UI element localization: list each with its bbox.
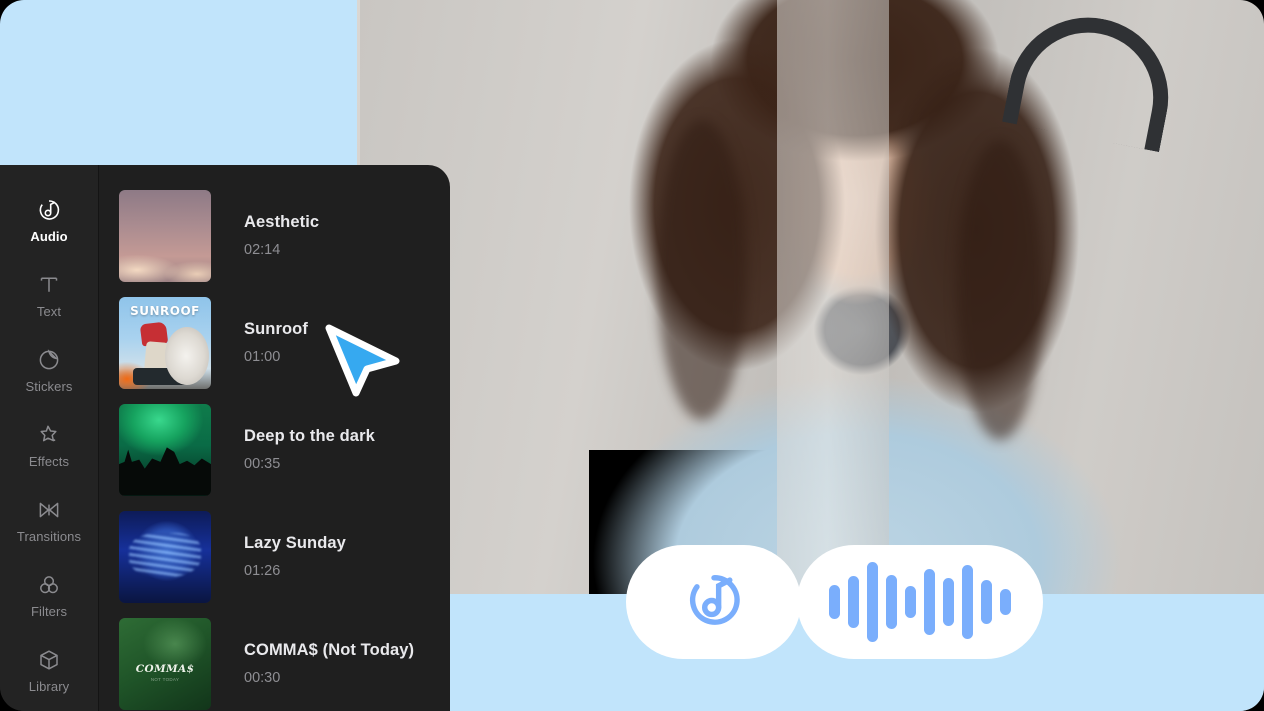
waveform-bar-8 [981, 580, 992, 624]
waveform-bar-7 [962, 565, 973, 639]
waveform-bar-9 [1000, 589, 1011, 615]
sidebar-item-label: Text [36, 303, 62, 319]
audio-waveform-icon [829, 562, 1011, 642]
door-frame [777, 0, 889, 600]
artwork-word: COMMA$ [135, 662, 195, 675]
effects-sparkle-icon [37, 423, 61, 447]
audio-track-list[interactable]: Aesthetic 02:14 SUNROOF Sunroof 01:00 De… [99, 165, 450, 711]
waveform-bar-3 [886, 575, 897, 629]
track-duration: 02:14 [244, 242, 281, 258]
sidebar-item-filters[interactable]: Filters [0, 558, 98, 633]
text-t-icon [37, 273, 61, 297]
sidebar-item-text[interactable]: Text [0, 258, 98, 333]
track-title: Deep to the dark [244, 427, 375, 445]
track-artwork: SUNROOF [119, 296, 211, 389]
library-cube-icon [37, 648, 61, 672]
editor-sidebar: Audio Text Stickers Effects Transitions … [0, 165, 99, 711]
track-title: Aesthetic [244, 213, 320, 231]
track-duration: 00:35 [244, 456, 281, 472]
waveform-badge [797, 545, 1043, 659]
track-row[interactable]: Deep to the dark 00:35 [119, 396, 450, 503]
audio-note-circle-icon [37, 198, 61, 222]
track-meta: Lazy Sunday 01:26 [244, 534, 346, 579]
screenshot-root: Audio Text Stickers Effects Transitions … [0, 0, 1264, 711]
track-artwork: COMMA$ NOT TODAY [119, 617, 211, 710]
track-duration: 00:30 [244, 670, 281, 686]
artwork-word: SUNROOF [130, 303, 200, 318]
waveform-bar-0 [829, 585, 840, 619]
sidebar-item-label: Library [28, 678, 70, 694]
transitions-bowtie-icon [37, 498, 61, 522]
track-meta: Deep to the dark 00:35 [244, 427, 375, 472]
track-duration: 01:00 [244, 349, 281, 365]
track-row[interactable]: COMMA$ NOT TODAY COMMA$ (Not Today) 00:3… [119, 610, 450, 711]
track-meta: Aesthetic 02:14 [244, 213, 319, 258]
track-meta: COMMA$ (Not Today) 00:30 [244, 641, 414, 686]
sidebar-item-label: Effects [28, 453, 70, 469]
sidebar-item-label: Filters [30, 603, 68, 619]
filters-circles-icon [37, 573, 61, 597]
sidebar-item-stickers[interactable]: Stickers [0, 333, 98, 408]
track-row[interactable]: Lazy Sunday 01:26 [119, 503, 450, 610]
track-row[interactable]: Aesthetic 02:14 [119, 182, 450, 289]
sidebar-item-label: Stickers [25, 378, 73, 394]
track-duration: 01:26 [244, 563, 281, 579]
track-artwork [119, 403, 211, 496]
waveform-bar-4 [905, 586, 916, 618]
track-title: COMMA$ (Not Today) [244, 641, 415, 659]
waveform-bar-1 [848, 576, 859, 628]
track-meta: Sunroof 01:00 [244, 320, 308, 365]
waveform-bar-6 [943, 578, 954, 626]
headphones-band [1002, 3, 1182, 153]
waveform-bar-2 [867, 562, 878, 642]
sidebar-item-effects[interactable]: Effects [0, 408, 98, 483]
brand-block-top [0, 0, 357, 165]
music-note-badge [626, 545, 801, 659]
pointer-cursor [320, 322, 402, 398]
sidebar-item-transitions[interactable]: Transitions [0, 483, 98, 558]
sidebar-item-label: Audio [30, 228, 68, 244]
sticker-circle-icon [37, 348, 61, 372]
sidebar-item-label: Transitions [16, 528, 82, 544]
track-title: Lazy Sunday [244, 534, 346, 552]
artwork-subtitle: NOT TODAY [150, 676, 180, 682]
audio-badge-group [626, 545, 1043, 659]
music-note-circle-icon [683, 569, 745, 636]
track-artwork [119, 510, 211, 603]
sidebar-item-audio[interactable]: Audio [0, 183, 98, 258]
track-artwork [119, 189, 211, 282]
waveform-bar-5 [924, 569, 935, 635]
media-editor-panel: Audio Text Stickers Effects Transitions … [0, 165, 450, 711]
sidebar-item-library[interactable]: Library [0, 633, 98, 708]
track-title: Sunroof [244, 320, 308, 338]
